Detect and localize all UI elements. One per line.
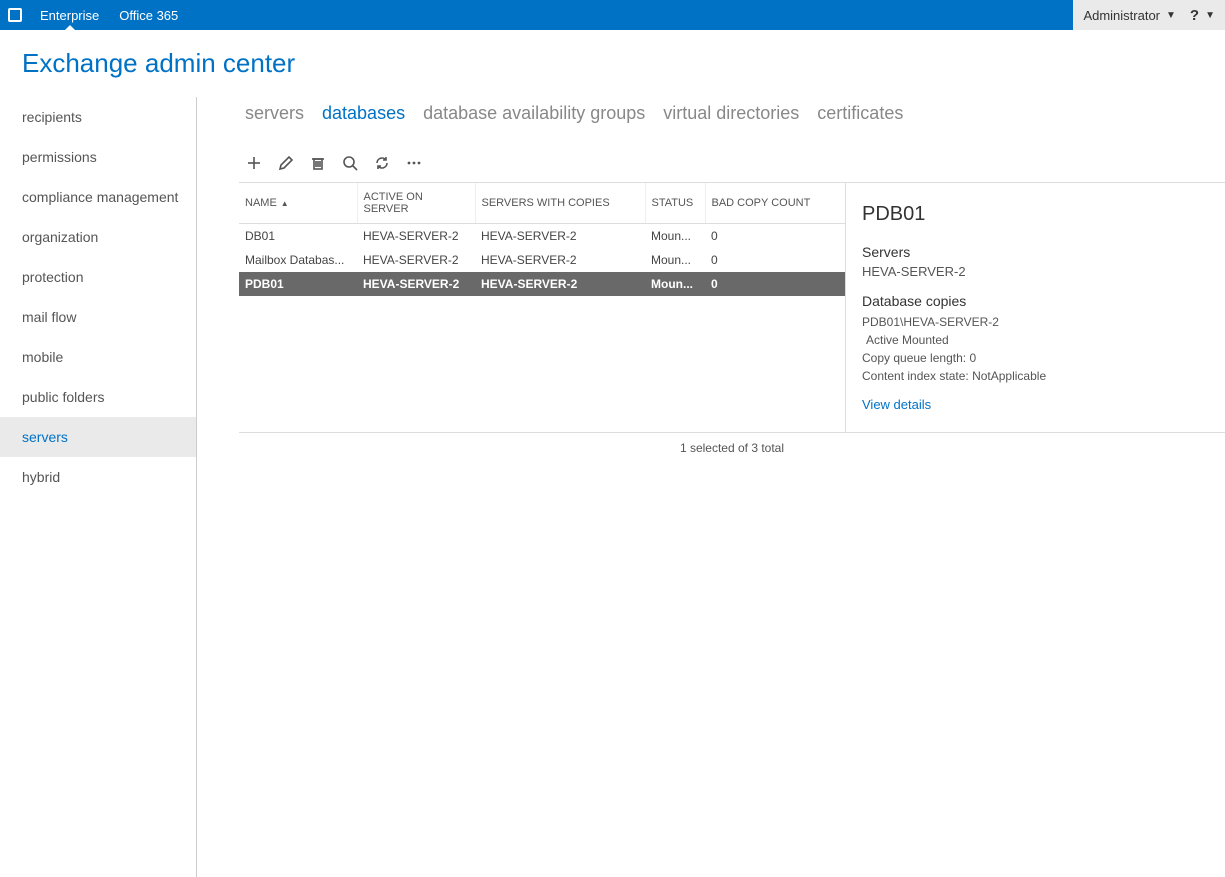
tab-database-availability-groups[interactable]: database availability groups xyxy=(423,103,645,124)
toolbar xyxy=(215,154,1225,182)
cell-status: Moun... xyxy=(645,248,705,272)
column-bad-copy-count[interactable]: BAD COPY COUNT xyxy=(705,183,845,224)
table-row[interactable]: PDB01HEVA-SERVER-2HEVA-SERVER-2Moun...0 xyxy=(239,272,845,296)
servers-value: HEVA-SERVER-2 xyxy=(862,264,1209,279)
column-status[interactable]: STATUS xyxy=(645,183,705,224)
table-row[interactable]: Mailbox Databas...HEVA-SERVER-2HEVA-SERV… xyxy=(239,248,845,272)
page-title: Exchange admin center xyxy=(0,30,1225,97)
cell-active_on: HEVA-SERVER-2 xyxy=(357,272,475,296)
sidebar-item-public-folders[interactable]: public folders xyxy=(0,377,196,417)
column-servers-with-copies[interactable]: SERVERS WITH COPIES xyxy=(475,183,645,224)
cell-bad: 0 xyxy=(705,272,845,296)
top-tab-office-365[interactable]: Office 365 xyxy=(109,0,188,30)
tab-certificates[interactable]: certificates xyxy=(817,103,903,124)
sidebar-item-recipients[interactable]: recipients xyxy=(0,97,196,137)
sidebar-item-hybrid[interactable]: hybrid xyxy=(0,457,196,497)
cell-active_on: HEVA-SERVER-2 xyxy=(357,248,475,272)
pencil-icon xyxy=(278,155,294,171)
refresh-button[interactable] xyxy=(373,154,391,172)
subtabs: servers databases database availability gr… xyxy=(215,97,1225,154)
sidebar-item-compliance-management[interactable]: compliance management xyxy=(0,177,196,217)
sidebar-item-organization[interactable]: organization xyxy=(0,217,196,257)
tab-servers[interactable]: servers xyxy=(245,103,304,124)
chevron-down-icon: ▼ xyxy=(1166,10,1176,21)
active-line: Active Mounted xyxy=(862,331,1209,349)
refresh-icon xyxy=(374,155,390,171)
sidebar-item-mail-flow[interactable]: mail flow xyxy=(0,297,196,337)
edit-button[interactable] xyxy=(277,154,295,172)
search-button[interactable] xyxy=(341,154,359,172)
sidebar-item-protection[interactable]: protection xyxy=(0,257,196,297)
ellipsis-icon xyxy=(406,155,422,171)
copy-line: PDB01\HEVA-SERVER-2 xyxy=(862,313,1209,331)
selection-footer: 1 selected of 3 total xyxy=(239,432,1225,463)
index-line: Content index state: NotApplicable xyxy=(862,367,1209,385)
top-tab-enterprise[interactable]: Enterprise xyxy=(30,0,109,30)
cell-active_on: HEVA-SERVER-2 xyxy=(357,224,475,249)
help-icon[interactable]: ? xyxy=(1190,7,1199,24)
sidebar-item-permissions[interactable]: permissions xyxy=(0,137,196,177)
cell-status: Moun... xyxy=(645,272,705,296)
column-active-on-server[interactable]: ACTIVE ON SERVER xyxy=(357,183,475,224)
tab-virtual-directories[interactable]: virtual directories xyxy=(663,103,799,124)
detail-pane: PDB01 Servers HEVA-SERVER-2 Database cop… xyxy=(845,183,1225,432)
tab-databases[interactable]: databases xyxy=(322,103,405,124)
top-bar: EnterpriseOffice 365 Administrator ▼ ? ▼ xyxy=(0,0,1225,30)
sidebar-item-servers[interactable]: servers xyxy=(0,417,196,457)
sidebar: recipientspermissionscompliance manageme… xyxy=(0,97,197,877)
delete-button[interactable] xyxy=(309,154,327,172)
cell-status: Moun... xyxy=(645,224,705,249)
main-pane: servers databases database availability gr… xyxy=(197,97,1225,877)
cell-name: PDB01 xyxy=(239,272,357,296)
add-button[interactable] xyxy=(245,154,263,172)
top-tabs: EnterpriseOffice 365 xyxy=(30,0,188,30)
sidebar-item-mobile[interactable]: mobile xyxy=(0,337,196,377)
cell-copies: HEVA-SERVER-2 xyxy=(475,272,645,296)
cell-name: Mailbox Databas... xyxy=(239,248,357,272)
db-copies-label: Database copies xyxy=(862,293,1209,309)
cell-name: DB01 xyxy=(239,224,357,249)
databases-table: NAME▲ACTIVE ON SERVERSERVERS WITH COPIES… xyxy=(239,183,845,296)
list-pane: NAME▲ACTIVE ON SERVERSERVERS WITH COPIES… xyxy=(239,183,845,432)
more-button[interactable] xyxy=(405,154,423,172)
table-row[interactable]: DB01HEVA-SERVER-2HEVA-SERVER-2Moun...0 xyxy=(239,224,845,249)
detail-title: PDB01 xyxy=(862,203,1209,226)
cell-bad: 0 xyxy=(705,248,845,272)
servers-label: Servers xyxy=(862,244,1209,260)
column-name[interactable]: NAME▲ xyxy=(239,183,357,224)
view-details-link[interactable]: View details xyxy=(862,397,931,412)
search-icon xyxy=(342,155,358,171)
app-logo-icon xyxy=(0,0,30,30)
user-label: Administrator xyxy=(1083,8,1160,23)
cell-copies: HEVA-SERVER-2 xyxy=(475,248,645,272)
queue-line: Copy queue length: 0 xyxy=(862,349,1209,367)
user-menu[interactable]: Administrator ▼ ? ▼ xyxy=(1073,0,1225,30)
cell-bad: 0 xyxy=(705,224,845,249)
trash-icon xyxy=(310,155,326,171)
sort-asc-icon: ▲ xyxy=(281,199,289,208)
cell-copies: HEVA-SERVER-2 xyxy=(475,224,645,249)
plus-icon xyxy=(246,155,262,171)
chevron-down-icon: ▼ xyxy=(1205,10,1215,21)
